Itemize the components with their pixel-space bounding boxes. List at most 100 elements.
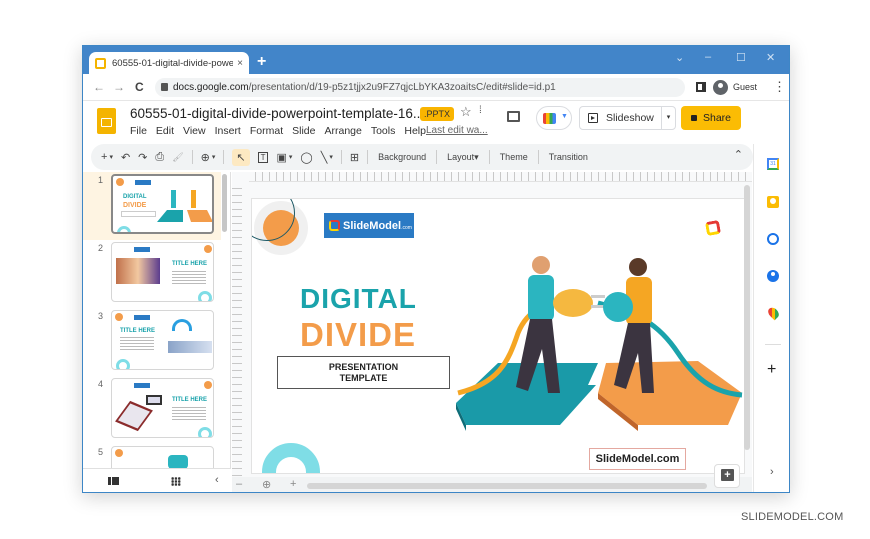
slide-subtitle-box[interactable]: PRESENTATION TEMPLATE [277,356,450,389]
lock-icon [161,83,168,91]
slidemodel-mark-icon [329,220,340,231]
menu-help[interactable]: Help [404,125,426,137]
thumb-title: DIGITAL [123,194,147,200]
star-icon[interactable]: ☆ [460,104,472,120]
minimize-button[interactable]: – [705,51,711,63]
thumb-text-lines [120,337,154,351]
logo-text: SlideModel [343,219,402,232]
url-input[interactable]: docs.google.com/presentation/d/19-p5z1tj… [155,78,685,97]
man-left-head [532,256,550,274]
show-side-panel-icon[interactable]: › [770,466,774,478]
menu-arrange[interactable]: Arrange [324,125,361,137]
canvas-vertical-scrollbar[interactable] [744,185,750,450]
line-tool[interactable]: ╲ [321,151,328,164]
close-window-button[interactable]: ✕ [766,51,775,64]
side-panel-icon[interactable] [696,82,706,92]
collapse-toolbar-icon[interactable]: ⌃ [734,148,743,161]
back-button[interactable]: ← [93,80,105,94]
theme-button[interactable]: Theme [500,152,528,162]
slide-thumbnail[interactable]: TITLE HERE [111,310,214,370]
new-slide-layout-dropdown[interactable]: ▾ [109,153,113,161]
new-slide-button[interactable]: + [101,151,107,163]
zoom-button[interactable]: ⊕ [201,151,210,164]
reload-button[interactable]: C [135,80,144,94]
slidemodel-logo[interactable]: SlideModel .com [324,213,414,238]
slideshow-button[interactable]: Slideshow ▾ [579,106,676,130]
menu-edit[interactable]: Edit [156,125,174,137]
share-button[interactable]: Share [681,106,741,130]
forward-button[interactable]: → [113,80,125,94]
grid-view-icon[interactable] [171,477,181,486]
slide-thumbnail[interactable]: DIGITAL DIVIDE [111,174,214,234]
move-icon[interactable]: ⁞ [479,105,482,116]
contacts-icon[interactable] [767,270,779,282]
pptx-badge: .PPTX [420,107,455,121]
slide-thumbnail[interactable] [111,446,214,468]
slide-canvas[interactable]: SlideModel .com DIGITAL DIVIDE PRESENTAT… [252,199,744,473]
slide-thumbnail-row[interactable]: 2 TITLE HERE [83,240,221,308]
menu-insert[interactable]: Insert [215,125,241,137]
image-tool[interactable]: ▣ [276,151,286,164]
slide-title-line2[interactable]: DIVIDE [300,316,416,354]
collapse-filmstrip-icon[interactable]: ‹ [215,474,219,486]
undo-button[interactable]: ↶ [121,151,130,164]
zoom-in-button[interactable]: + [290,478,296,490]
menu-tools[interactable]: Tools [371,125,396,137]
menu-view[interactable]: View [183,125,206,137]
profile-button[interactable]: Guest [711,77,763,97]
layout-button[interactable]: Layout▾ [447,152,479,163]
comment-history-icon[interactable] [507,111,520,122]
image-dropdown[interactable]: ▾ [289,153,293,161]
browser-tab[interactable]: 60555-01-digital-divide-powerpoi × [89,52,249,74]
slide-thumbnail-row[interactable]: 1 DIGITAL DIVIDE [83,172,221,240]
meet-button[interactable]: ▼ [536,106,572,130]
calendar-icon[interactable]: 31 [767,158,779,170]
paint-format-button[interactable]: 🖌 [172,152,183,163]
filmstrip-scrollbar[interactable] [222,174,227,232]
slide-number: 3 [98,311,104,321]
textbox-tool[interactable]: T [257,151,269,163]
slides-favicon-icon [95,57,106,69]
menu-slide[interactable]: Slide [292,125,315,137]
redo-button[interactable]: ↷ [138,151,147,164]
digital-divide-illustration[interactable] [448,253,744,433]
slide-title-line1[interactable]: DIGITAL [300,283,417,315]
doc-title[interactable]: 60555-01-digital-divide-powerpoint-templ… [130,106,424,121]
zoom-dropdown[interactable]: ▾ [212,153,216,161]
keep-icon[interactable] [767,196,779,208]
slides-logo-icon[interactable] [97,108,116,134]
divider [340,150,342,164]
slideshow-options-button[interactable]: ▾ [661,107,675,129]
slide-thumbnail[interactable]: TITLE HERE [111,378,214,438]
zoom-icon[interactable]: ⊕ [262,478,271,491]
print-button[interactable]: ⎙ [155,151,164,164]
maximize-button[interactable]: ☐ [736,51,746,64]
maps-icon[interactable] [766,305,781,321]
canvas-horizontal-scrollbar[interactable] [307,483,707,489]
browser-menu-icon[interactable]: ⋮ [773,79,786,95]
filmstrip-view-icon[interactable] [108,477,119,485]
zoom-out-button[interactable]: – [236,478,242,490]
get-addons-button[interactable]: + [767,361,776,379]
slide-thumbnail-row[interactable]: 5 [83,444,221,468]
new-tab-button[interactable]: + [257,53,266,71]
slide-thumbnail[interactable]: TITLE HERE [111,242,214,302]
line-dropdown[interactable]: ▾ [329,153,333,161]
tasks-icon[interactable] [767,233,779,245]
tab-close-icon[interactable]: × [237,58,243,69]
tab-search-icon[interactable]: ⌄ [675,51,684,64]
slide-url-box[interactable]: SlideModel.com [589,448,686,470]
select-tool[interactable]: ↖ [232,148,250,166]
background-button[interactable]: Background [378,152,426,162]
explore-button[interactable] [714,464,740,488]
transition-button[interactable]: Transition [549,152,588,162]
side-apps-panel: 31 + › [753,144,789,492]
shape-tool[interactable]: ◯ [300,151,312,164]
slidemodel-mark-icon[interactable] [704,219,722,237]
menu-file[interactable]: File [130,125,147,137]
last-edit-link[interactable]: Last edit wa... [426,125,488,136]
slide-thumbnail-row[interactable]: 3 TITLE HERE [83,308,221,376]
add-comment-button[interactable]: ⊞ [350,151,359,164]
slide-thumbnail-row[interactable]: 4 TITLE HERE [83,376,221,444]
menu-format[interactable]: Format [250,125,283,137]
